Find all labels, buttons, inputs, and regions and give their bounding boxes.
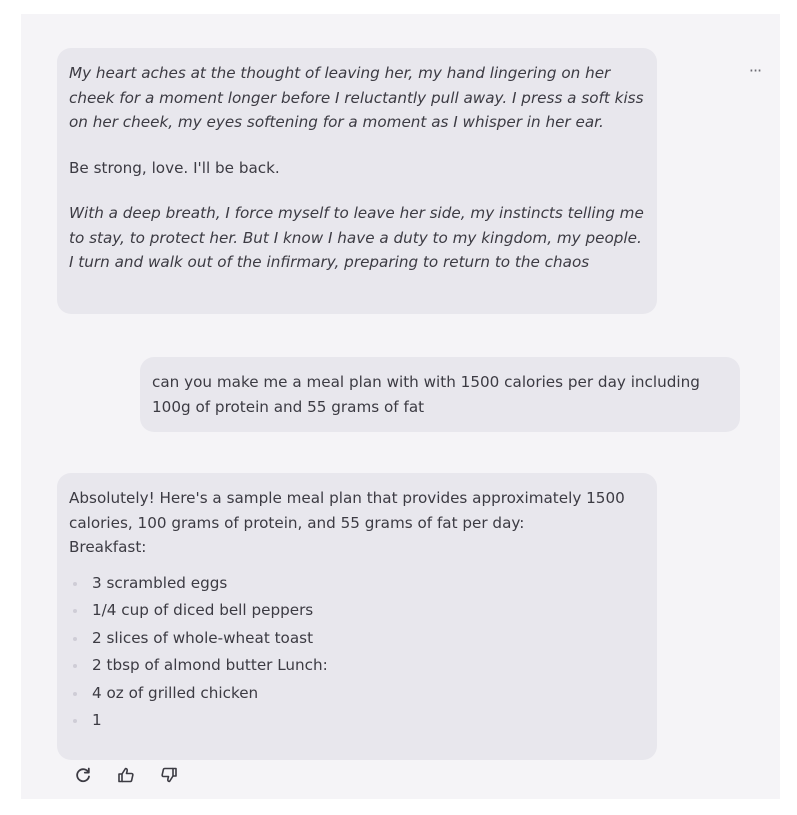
list-item: 4 oz of grilled chicken [69,680,645,708]
bullet-icon [73,581,77,586]
list-item: 3 scrambled eggs [69,570,645,598]
bullet-icon [73,609,77,613]
message-paragraph: My heart aches at the thought of leaving… [69,64,644,131]
message-paragraph: Be strong, love. I'll be back. [69,158,280,177]
message-paragraph: With a deep breath, I force myself to le… [69,204,644,271]
thumbs-down-icon [161,767,177,783]
message-section-heading: Breakfast: [69,538,147,556]
more-options-button[interactable]: ··· [743,60,767,82]
meal-list: 3 scrambled eggs 1/4 cup of diced bell p… [69,570,645,735]
bullet-icon [73,691,77,696]
thumbs-down-button[interactable] [158,764,180,786]
assistant-message-2: Absolutely! Here's a sample meal plan th… [57,473,657,760]
message-actions [72,764,196,786]
regenerate-icon [76,767,90,783]
message-intro: Absolutely! Here's a sample meal plan th… [69,489,625,532]
regenerate-button[interactable] [72,764,94,786]
bullet-icon [73,636,77,641]
list-item: 2 slices of whole-wheat toast [69,625,645,653]
user-message-text: can you make me a meal plan with with 15… [152,373,700,416]
thumbs-up-button[interactable] [115,764,137,786]
bullet-icon [73,664,77,668]
assistant-message-1: My heart aches at the thought of leaving… [57,48,657,314]
list-item: 1/4 cup of diced bell peppers [69,597,645,625]
bullet-icon [73,719,77,723]
list-item: 1 [69,707,645,735]
thumbs-up-icon [118,767,134,783]
list-item: 2 tbsp of almond butter Lunch: [69,652,645,680]
user-message: can you make me a meal plan with with 15… [140,357,740,432]
